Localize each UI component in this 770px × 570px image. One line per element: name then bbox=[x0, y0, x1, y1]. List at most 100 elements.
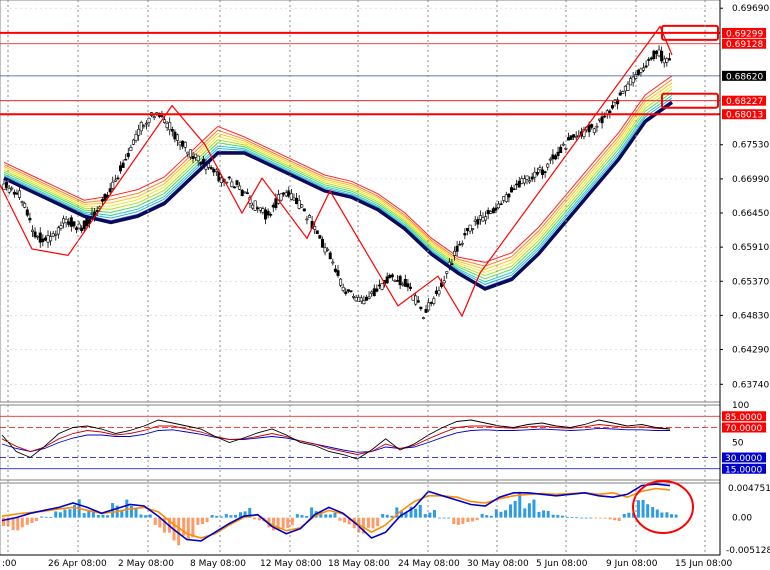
candle[interactable] bbox=[100, 199, 104, 202]
candle[interactable] bbox=[621, 91, 625, 94]
candle[interactable] bbox=[499, 203, 503, 206]
candle[interactable] bbox=[175, 134, 179, 141]
candle[interactable] bbox=[654, 50, 658, 54]
candle[interactable] bbox=[649, 57, 653, 60]
candle[interactable] bbox=[240, 189, 244, 197]
candle[interactable] bbox=[23, 203, 27, 208]
candle[interactable] bbox=[308, 215, 312, 218]
candle[interactable] bbox=[403, 279, 407, 287]
candle[interactable] bbox=[284, 192, 288, 197]
candle[interactable] bbox=[336, 270, 340, 276]
candle[interactable] bbox=[33, 231, 37, 238]
candle[interactable] bbox=[227, 176, 231, 179]
candle[interactable] bbox=[434, 290, 438, 294]
candle[interactable] bbox=[442, 280, 446, 284]
candle[interactable] bbox=[618, 92, 622, 96]
candle[interactable] bbox=[188, 149, 192, 158]
candle[interactable] bbox=[323, 247, 327, 253]
candle[interactable] bbox=[341, 286, 345, 291]
candle[interactable] bbox=[318, 235, 322, 239]
candle[interactable] bbox=[600, 116, 604, 124]
candle[interactable] bbox=[10, 187, 14, 190]
candle[interactable] bbox=[476, 219, 480, 225]
candle[interactable] bbox=[315, 230, 319, 235]
candle[interactable] bbox=[644, 65, 648, 68]
candle[interactable] bbox=[598, 118, 602, 121]
candle[interactable] bbox=[82, 220, 86, 230]
candle[interactable] bbox=[230, 181, 234, 188]
candle[interactable] bbox=[214, 169, 218, 172]
candle[interactable] bbox=[587, 124, 591, 133]
candle[interactable] bbox=[662, 58, 666, 64]
candle[interactable] bbox=[509, 187, 513, 193]
candle[interactable] bbox=[463, 233, 467, 236]
candle[interactable] bbox=[458, 243, 462, 246]
candle[interactable] bbox=[199, 161, 203, 165]
candle[interactable] bbox=[320, 239, 324, 248]
candle[interactable] bbox=[266, 210, 270, 216]
candle[interactable] bbox=[491, 208, 495, 214]
candle[interactable] bbox=[72, 221, 76, 227]
candle[interactable] bbox=[553, 155, 557, 160]
candle[interactable] bbox=[256, 207, 260, 210]
candle[interactable] bbox=[121, 162, 125, 168]
candle[interactable] bbox=[393, 280, 397, 282]
candle[interactable] bbox=[349, 290, 353, 292]
candle[interactable] bbox=[388, 274, 392, 279]
candle[interactable] bbox=[660, 50, 664, 62]
candle[interactable] bbox=[49, 236, 53, 242]
candle[interactable] bbox=[5, 181, 9, 188]
candle[interactable] bbox=[642, 67, 646, 71]
candle[interactable] bbox=[62, 218, 66, 224]
candle[interactable] bbox=[51, 233, 55, 237]
candle[interactable] bbox=[419, 306, 423, 310]
candle[interactable] bbox=[282, 192, 286, 195]
candle[interactable] bbox=[232, 186, 236, 189]
candle[interactable] bbox=[564, 147, 568, 150]
candle[interactable] bbox=[152, 116, 156, 118]
candle[interactable] bbox=[25, 209, 29, 216]
candle[interactable] bbox=[235, 180, 239, 185]
candle[interactable] bbox=[424, 309, 428, 313]
candle[interactable] bbox=[603, 115, 607, 118]
candle[interactable] bbox=[36, 235, 40, 238]
candle[interactable] bbox=[437, 290, 441, 295]
candle[interactable] bbox=[191, 156, 195, 159]
candle[interactable] bbox=[279, 193, 283, 201]
candle[interactable] bbox=[103, 193, 107, 201]
candle[interactable] bbox=[297, 200, 301, 209]
candle[interactable] bbox=[328, 252, 332, 260]
candle[interactable] bbox=[538, 167, 542, 171]
candle[interactable] bbox=[473, 219, 477, 222]
candle[interactable] bbox=[20, 201, 24, 203]
candle[interactable] bbox=[113, 179, 117, 182]
candle[interactable] bbox=[28, 217, 32, 221]
candle[interactable] bbox=[253, 200, 257, 211]
candle[interactable] bbox=[131, 139, 135, 145]
candle[interactable] bbox=[292, 197, 296, 201]
candle[interactable] bbox=[372, 288, 376, 297]
candle[interactable] bbox=[592, 128, 596, 133]
candle[interactable] bbox=[144, 122, 148, 125]
candle[interactable] bbox=[183, 141, 187, 148]
candle[interactable] bbox=[390, 274, 394, 278]
candle[interactable] bbox=[548, 158, 552, 161]
candle[interactable] bbox=[507, 193, 511, 198]
candle[interactable] bbox=[623, 85, 627, 92]
candle[interactable] bbox=[41, 238, 45, 243]
candle[interactable] bbox=[652, 50, 656, 59]
candle[interactable] bbox=[15, 192, 19, 195]
candle[interactable] bbox=[359, 297, 363, 302]
candle[interactable] bbox=[346, 289, 350, 292]
candle[interactable] bbox=[406, 283, 410, 288]
candle[interactable] bbox=[64, 218, 68, 224]
candle[interactable] bbox=[370, 291, 374, 294]
candle[interactable] bbox=[59, 225, 63, 229]
candle[interactable] bbox=[520, 178, 524, 184]
candle[interactable] bbox=[533, 171, 537, 178]
candle[interactable] bbox=[302, 208, 306, 212]
candle[interactable] bbox=[522, 178, 526, 184]
candle[interactable] bbox=[339, 278, 343, 286]
candle[interactable] bbox=[629, 78, 633, 86]
candle[interactable] bbox=[12, 191, 16, 195]
